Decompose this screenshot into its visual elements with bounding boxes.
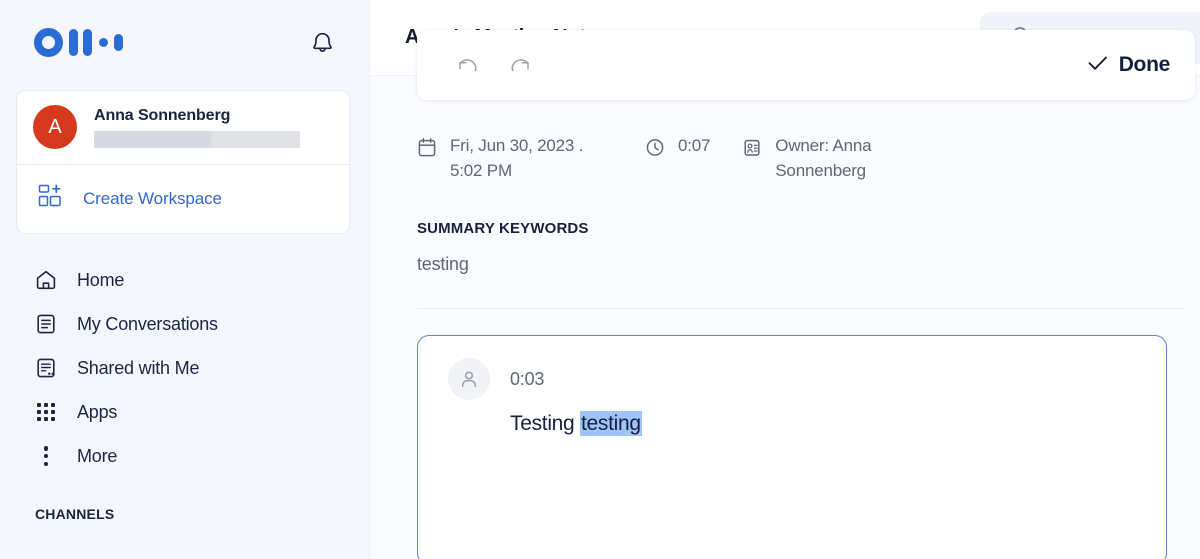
sidebar-section-channels: CHANNELS	[0, 506, 369, 522]
sidebar-item-label: Home	[77, 270, 124, 291]
logo-ring	[34, 28, 63, 57]
home-icon	[33, 269, 59, 291]
sidebar-item-shared-with-me[interactable]: Shared with Me	[0, 346, 369, 390]
otter-app-window: A Anna Sonnenberg Create Worksp	[0, 0, 1200, 559]
avatar-initial: A	[48, 116, 61, 139]
meta-duration-text: 0:07	[678, 133, 710, 158]
logo-bar-2	[83, 29, 92, 56]
meta-duration: 0:07	[645, 133, 710, 163]
add-workspace-icon	[37, 183, 63, 214]
sidebar-item-label: More	[77, 446, 117, 467]
summary-section: SUMMARY KEYWORDS testing	[417, 220, 1200, 275]
sidebar-item-more[interactable]: More	[0, 434, 369, 478]
grid-apps-icon	[33, 403, 59, 421]
id-badge-icon	[742, 137, 762, 163]
logo-dot	[99, 38, 108, 47]
document-icon	[33, 313, 59, 335]
person-icon[interactable]	[448, 358, 490, 400]
calendar-icon	[417, 137, 437, 163]
sidebar-item-label: Apps	[77, 402, 117, 423]
redo-icon[interactable]	[505, 51, 533, 79]
create-workspace-button[interactable]: Create Workspace	[17, 165, 349, 233]
transcript-block[interactable]: 0:03 Testing testing	[417, 335, 1167, 559]
toolbar-history-group	[455, 51, 533, 79]
transcript-text-plain: Testing	[510, 412, 580, 435]
sidebar-header	[0, 0, 369, 84]
summary-keywords-value[interactable]: testing	[417, 254, 1200, 275]
clock-icon	[645, 137, 665, 163]
undo-icon[interactable]	[455, 51, 483, 79]
avatar: A	[33, 105, 77, 149]
done-button[interactable]: Done	[1087, 53, 1170, 77]
workspace-user-row[interactable]: A Anna Sonnenberg	[17, 91, 349, 164]
logo-bar-3	[114, 34, 123, 51]
done-label: Done	[1119, 53, 1170, 77]
transcript-text[interactable]: Testing testing	[510, 412, 1166, 436]
workspace-card: A Anna Sonnenberg Create Worksp	[16, 90, 350, 234]
kebab-more-icon	[33, 446, 59, 466]
check-icon	[1087, 54, 1109, 77]
meta-owner: Owner: Anna Sonnenberg	[742, 133, 887, 183]
summary-keywords-title: SUMMARY KEYWORDS	[417, 220, 1200, 237]
sidebar: A Anna Sonnenberg Create Worksp	[0, 0, 370, 559]
user-email-redacted	[94, 131, 300, 148]
create-workspace-label: Create Workspace	[83, 189, 222, 209]
conversation-meta: Fri, Jun 30, 2023 . 5:02 PM 0:07	[417, 133, 1200, 183]
meta-date: Fri, Jun 30, 2023 . 5:02 PM	[417, 133, 617, 183]
transcript-timestamp[interactable]: 0:03	[510, 369, 544, 390]
sidebar-item-apps[interactable]: Apps	[0, 390, 369, 434]
sidebar-item-my-conversations[interactable]: My Conversations	[0, 302, 369, 346]
sidebar-item-label: Shared with Me	[77, 358, 199, 379]
logo-bar-1	[69, 29, 78, 56]
transcript-header: 0:03	[448, 358, 1166, 400]
workspace-user-text: Anna Sonnenberg	[94, 106, 333, 148]
sidebar-item-home[interactable]: Home	[0, 258, 369, 302]
main-content: Anna's Meeting Notes Search	[370, 0, 1200, 559]
bell-icon[interactable]	[305, 25, 339, 59]
sidebar-nav: Home My Conversations	[0, 258, 369, 478]
meta-date-text: Fri, Jun 30, 2023 . 5:02 PM	[450, 133, 617, 183]
user-name: Anna Sonnenberg	[94, 106, 333, 125]
transcript-text-selected: testing	[580, 411, 642, 436]
otter-logo[interactable]	[34, 27, 123, 57]
sidebar-item-label: My Conversations	[77, 314, 218, 335]
editor-toolbar: Done	[417, 30, 1195, 100]
shared-document-icon	[33, 357, 59, 379]
section-divider	[417, 308, 1184, 309]
meta-owner-text: Owner: Anna Sonnenberg	[775, 133, 887, 183]
